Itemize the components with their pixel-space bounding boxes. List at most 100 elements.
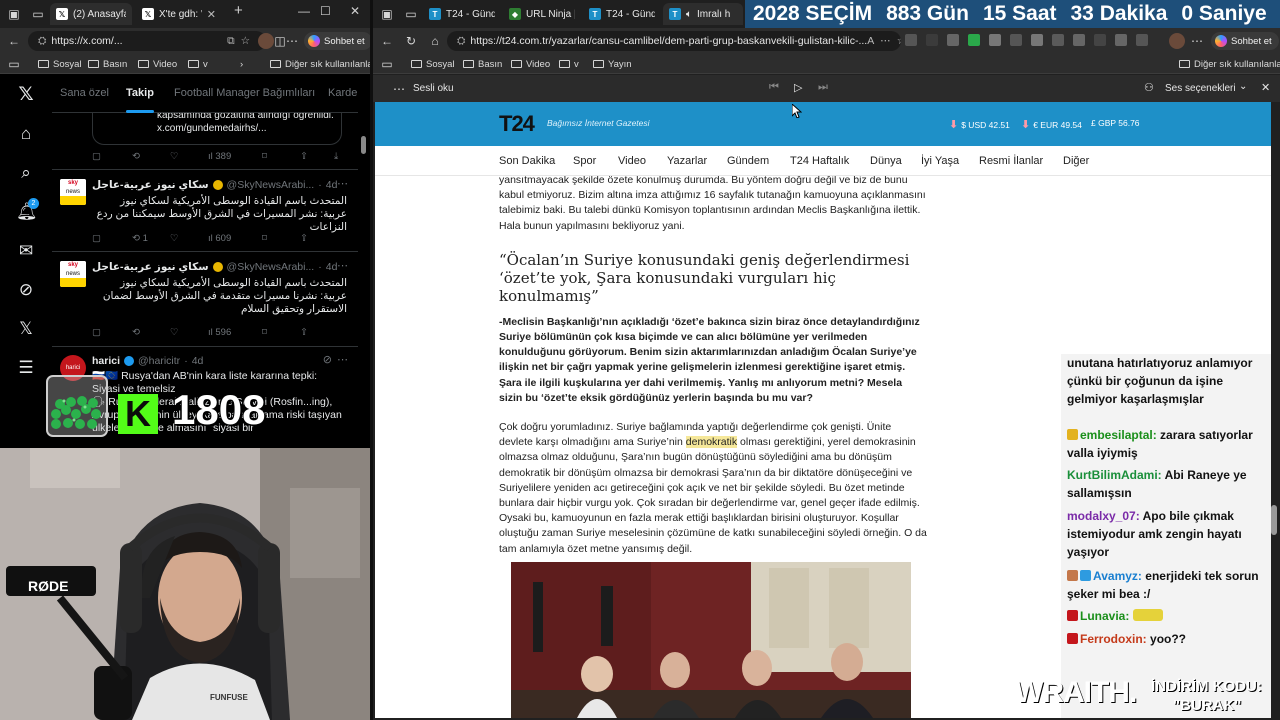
menu-dots-icon[interactable]: ⋯: [284, 33, 300, 49]
more-icon[interactable]: ⋯: [337, 353, 348, 366]
back-icon[interactable]: ←: [379, 33, 395, 49]
nav-dunya[interactable]: Dünya: [870, 155, 902, 167]
nav-diger[interactable]: Diğer: [1063, 155, 1089, 167]
fav-folder[interactable]: v: [559, 57, 579, 71]
extension-icon[interactable]: [1031, 34, 1043, 46]
voice-settings-icon[interactable]: ⚇: [1144, 81, 1154, 94]
chat-username[interactable]: Lunavia:: [1080, 609, 1129, 623]
extension-icon[interactable]: [1052, 34, 1064, 46]
close-window-icon[interactable]: ✕: [350, 4, 360, 18]
bookmark-icon[interactable]: ⌑: [262, 233, 267, 244]
extension-icon[interactable]: [1094, 34, 1106, 46]
chat-username[interactable]: Avamyz:: [1093, 569, 1142, 583]
chevron-right-icon[interactable]: ›: [240, 57, 243, 71]
retweet-icon[interactable]: ⟲: [132, 327, 140, 338]
nav-t24-haftalik[interactable]: T24 Haftalık: [790, 155, 849, 167]
copilot-button[interactable]: Sohbet et: [304, 32, 370, 50]
tab-url-ninja[interactable]: ◆ URL Ninja |: [503, 3, 581, 25]
fav-folder[interactable]: Basın: [88, 57, 127, 71]
fav-folder[interactable]: v: [188, 57, 208, 71]
left-url-field[interactable]: ⛭ https://x.com/... ⧉☆: [28, 31, 266, 51]
chat-username[interactable]: embesilaptal:: [1080, 428, 1157, 442]
home-icon[interactable]: ⌂: [16, 124, 36, 144]
views-stat[interactable]: ıl 609: [208, 233, 231, 244]
bookmark-icon[interactable]: ⌑: [262, 327, 267, 338]
tab-following[interactable]: Takip: [126, 87, 154, 99]
extension-icon[interactable]: [1115, 34, 1127, 46]
chat-username[interactable]: Ferrodoxin:: [1080, 632, 1147, 646]
new-tab-icon[interactable]: +: [234, 2, 243, 19]
read-aloud-menu-icon[interactable]: ⋯: [393, 82, 405, 96]
tab-x-home[interactable]: 𝕏 (2) Anasayfa / X: [50, 3, 132, 25]
author-name[interactable]: سكاي نيوز عربية-عاجل: [92, 179, 209, 191]
tab-imrali[interactable]: T 🔈︎ İmralı h: [663, 3, 743, 25]
nav-resmi-ilanlar[interactable]: Resmi İlanlar: [979, 155, 1043, 167]
extension-icon[interactable]: [989, 34, 1001, 46]
chat-username[interactable]: modalxy_07:: [1067, 509, 1140, 523]
maximize-icon[interactable]: ☐: [320, 4, 331, 18]
right-url-field[interactable]: ⛭ https://t24.com.tr/yazarlar/cansu-caml…: [447, 31, 901, 51]
t24-logo[interactable]: T24: [499, 111, 535, 137]
home-icon[interactable]: ⌂: [427, 33, 443, 49]
nav-spor[interactable]: Spor: [573, 155, 596, 167]
nav-son-dakika[interactable]: Son Dakika: [499, 155, 555, 167]
refresh-icon[interactable]: ↻: [403, 33, 419, 49]
messages-icon[interactable]: ✉: [16, 241, 36, 261]
voice-options-label[interactable]: Ses seçenekleri: [1165, 83, 1236, 94]
close-icon[interactable]: ✕: [1261, 81, 1270, 94]
tab-actions-icon[interactable]: ▭: [30, 6, 46, 22]
profile-avatar[interactable]: [1169, 33, 1185, 49]
avatar[interactable]: sky news: [60, 261, 86, 287]
extension-icon[interactable]: [947, 34, 959, 46]
x-logo-icon[interactable]: 𝕏: [16, 85, 36, 105]
tab-t24-2[interactable]: T T24 - Günd: [583, 3, 661, 25]
tab-karde[interactable]: Karde: [328, 87, 357, 99]
menu-dots-icon[interactable]: ⋯: [1189, 33, 1205, 49]
feed-scrollbar[interactable]: [361, 136, 366, 154]
reading-list-icon[interactable]: ▭: [6, 56, 22, 72]
lists-icon[interactable]: ☰: [16, 358, 36, 378]
minimize-icon[interactable]: —: [298, 4, 310, 18]
more-icon[interactable]: ⋯: [337, 177, 348, 190]
tab-actions-icon[interactable]: ▭: [403, 6, 419, 22]
fav-folder[interactable]: Basın: [463, 57, 502, 71]
download-icon[interactable]: ⤓: [334, 151, 338, 162]
retweet-stat[interactable]: ⟲ 1: [132, 233, 148, 244]
extension-icon[interactable]: [926, 34, 938, 46]
bookmark-icon[interactable]: ⌑: [262, 151, 267, 162]
reply-icon[interactable]: ▢: [92, 233, 101, 244]
tab-t24-1[interactable]: T T24 - Günd: [423, 3, 501, 25]
like-icon[interactable]: ♡: [170, 151, 179, 162]
avatar[interactable]: sky news: [60, 179, 86, 205]
tweet-card[interactable]: kapsamında gözaltına alındığı öğrenildi.…: [52, 113, 358, 170]
extension-icon[interactable]: [1010, 34, 1022, 46]
tweet-time[interactable]: 4d: [326, 261, 338, 273]
tab-x-gdh[interactable]: 𝕏 X'te gdh: "Gö ✕: [136, 3, 222, 25]
next-icon[interactable]: ⏭: [818, 81, 828, 94]
workspaces-icon[interactable]: ▣: [379, 6, 395, 22]
extension-icon[interactable]: [1136, 34, 1148, 46]
author-handle[interactable]: @haricitr: [138, 355, 180, 367]
previous-icon[interactable]: ⏮: [769, 81, 779, 94]
profile-avatar[interactable]: [258, 33, 274, 49]
tweet-card[interactable]: sky news سكاي نيوز عربية-عاجل @SkyNewsAra…: [52, 171, 358, 252]
grok-icon[interactable]: ⊘: [16, 280, 36, 300]
tweet-card[interactable]: sky news سكاي نيوز عربية-عاجل @SkyNewsAra…: [52, 253, 358, 347]
chevron-down-icon[interactable]: ⌄: [1239, 81, 1247, 92]
fav-folder-more[interactable]: Diğer sık kullanılanlar: [270, 57, 370, 71]
grok-icon[interactable]: ⊘: [323, 353, 332, 366]
article-photo[interactable]: [511, 562, 911, 718]
nav-iyi-yasa[interactable]: İyi Yaşa: [921, 155, 959, 167]
tab-for-you[interactable]: Sana özel: [60, 87, 109, 99]
reading-list-icon[interactable]: ▭: [379, 56, 395, 72]
author-name[interactable]: harici: [92, 355, 120, 367]
reply-icon[interactable]: ▢: [92, 151, 101, 162]
fav-folder[interactable]: Yayın: [593, 57, 632, 71]
nav-yazarlar[interactable]: Yazarlar: [667, 155, 707, 167]
nav-gundem[interactable]: Gündem: [727, 155, 769, 167]
chat-username[interactable]: KurtBilimAdami:: [1067, 468, 1162, 482]
fav-folder[interactable]: Sosyal: [38, 57, 82, 71]
more-icon[interactable]: ⋯: [337, 259, 348, 272]
share-icon[interactable]: ⇪: [300, 327, 308, 338]
url-actions-icon[interactable]: ⧉☆: [227, 35, 256, 48]
